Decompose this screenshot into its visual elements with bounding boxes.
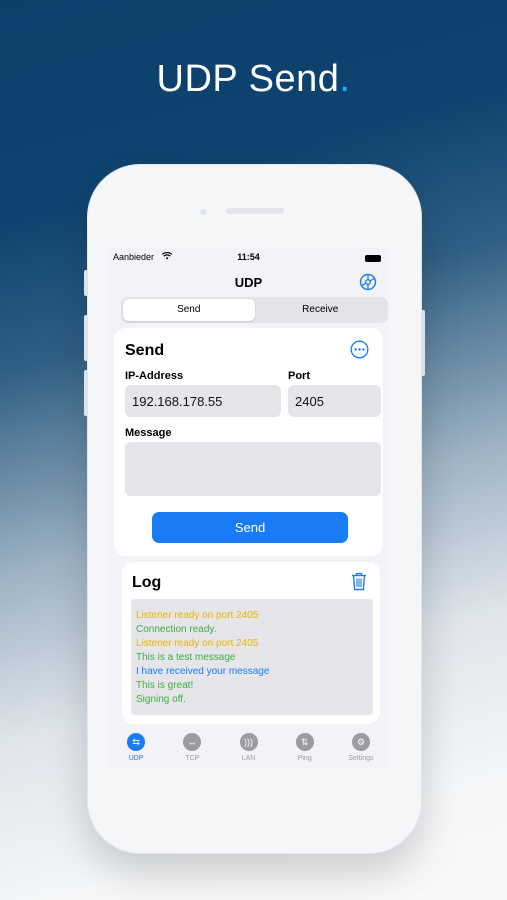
tab-label: Settings (348, 755, 374, 762)
tab-ping[interactable]: ⇅ Ping (277, 733, 333, 768)
message-input[interactable] (125, 442, 381, 496)
nav-title: UDP (234, 275, 263, 290)
send-card-title: Send (125, 342, 165, 359)
send-card: Send IP-Address Port Message Send (114, 328, 383, 556)
settings-gear-icon: ⚙ (351, 733, 370, 751)
log-line: This is great! (136, 680, 194, 691)
log-card-title: Log (132, 574, 162, 591)
earpiece-speaker (226, 208, 284, 214)
tcp-arrows-icon: ↔ (183, 733, 202, 751)
tab-udp[interactable]: ⇆ UDP (108, 733, 164, 768)
log-line: Signing off. (136, 694, 186, 705)
headline-dot: . (339, 58, 351, 100)
log-line: This is a test message (136, 652, 236, 663)
ip-address-input[interactable] (125, 385, 281, 417)
port-label: Port (288, 370, 310, 382)
ip-address-label: IP-Address (125, 370, 184, 382)
segment-send[interactable]: Send (123, 299, 255, 321)
phone-mute-switch (84, 270, 88, 296)
phone-frame: Aanbieder 11:54 UDP Send Receive Send IP… (84, 165, 425, 853)
ping-arrows-icon: ⇅ (295, 733, 314, 751)
headline-text: UDP Send (156, 58, 340, 100)
segment-receive[interactable]: Receive (255, 299, 387, 321)
lan-signal-icon: ))) (239, 733, 258, 751)
tab-label: Ping (297, 755, 312, 762)
tab-tcp[interactable]: ↔ TCP (164, 733, 220, 768)
tab-bar: ⇆ UDP ↔ TCP ))) LAN ⇅ Ping ⚙ Settings (108, 733, 389, 768)
send-button[interactable]: Send (152, 512, 348, 543)
log-output[interactable]: Listener ready on port 2405 Connection r… (131, 599, 373, 715)
nav-settings-gear-icon[interactable] (359, 273, 377, 291)
log-line: Connection ready. (136, 624, 217, 635)
front-camera (200, 209, 206, 215)
status-time: 11:54 (237, 252, 260, 262)
phone-volume-down (84, 370, 88, 416)
phone-volume-up (84, 315, 88, 361)
log-line: Listener ready on port 2405 (136, 610, 259, 621)
log-line: Listener ready on port 2405 (136, 638, 259, 649)
tab-settings[interactable]: ⚙ Settings (333, 733, 389, 768)
port-input[interactable] (288, 385, 381, 417)
trash-icon[interactable] (350, 571, 368, 591)
send-receive-segmented-control: Send Receive (121, 297, 388, 323)
message-label: Message (125, 427, 172, 439)
more-options-icon[interactable] (350, 340, 369, 359)
log-card: Log Listener ready on port 2405 Connecti… (122, 562, 380, 724)
tab-label: UDP (128, 755, 144, 762)
status-bar: Aanbieder 11:54 (108, 250, 389, 264)
log-line: I have received your message (136, 666, 270, 677)
headline: UDP Send. (0, 58, 507, 101)
app-screen: Aanbieder 11:54 UDP Send Receive Send IP… (108, 248, 389, 768)
udp-arrows-icon: ⇆ (127, 733, 146, 751)
tab-label: LAN (241, 755, 256, 762)
tab-lan[interactable]: ))) LAN (220, 733, 276, 768)
battery-icon (365, 255, 381, 262)
tab-label: TCP (185, 755, 200, 762)
phone-power-button (421, 310, 425, 376)
